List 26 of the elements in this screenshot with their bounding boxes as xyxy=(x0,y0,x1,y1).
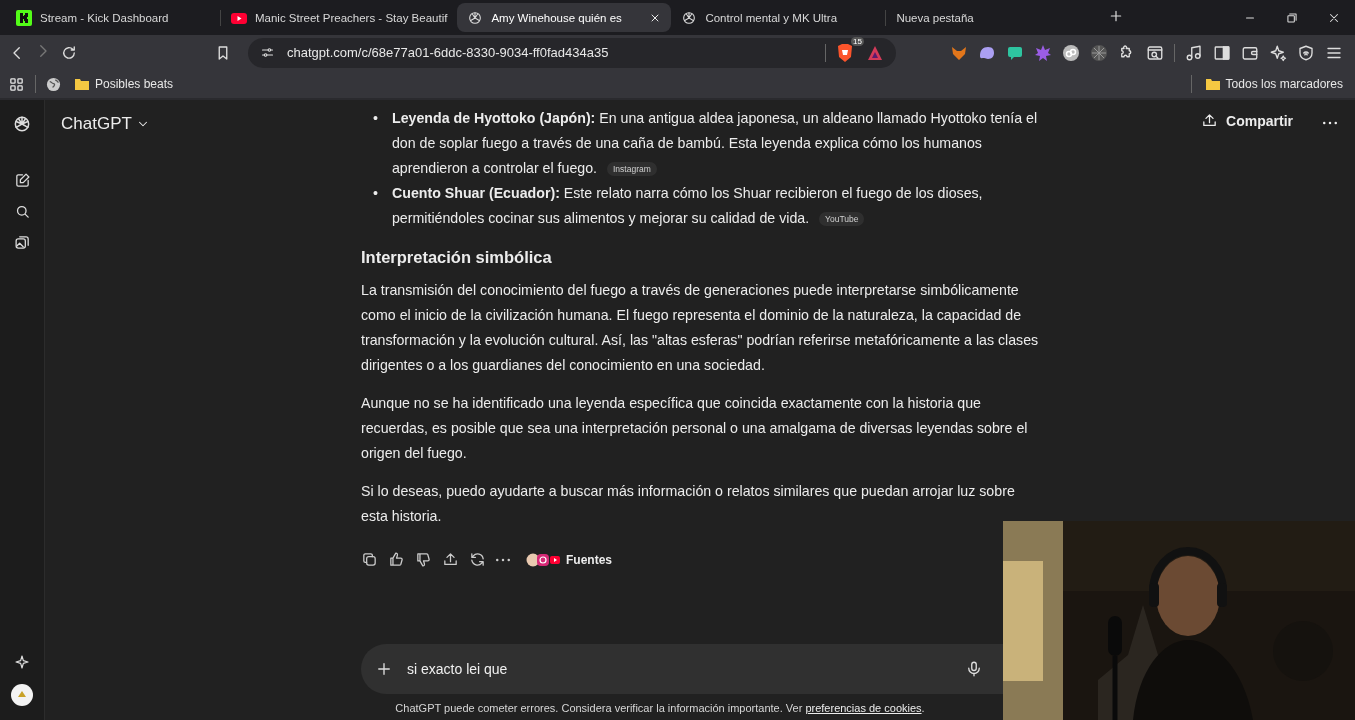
address-bar[interactable]: chatgpt.com/c/68e77a01-6ddc-8330-9034-ff0fad434a35 15 xyxy=(248,37,896,68)
paragraph: Aunque no se ha identificado una leyenda específica que coincida exactamente con la historia que recuerdas, es posible que sea una interpretación personal o una amalgama de diversas leyendas sobre el origen del fuego. xyxy=(361,394,1029,463)
paragraph: Si lo deseas, puedo ayudarte a buscar más información o relatos similares que puedan arrojar luz sobre esta historia. xyxy=(361,482,1016,526)
disclaimer-text: ChatGPT puede cometer errores. Considera verificar la información importante. Ver preferencias de cookies. xyxy=(395,702,925,714)
share-button[interactable]: Compartir xyxy=(1201,112,1293,129)
bullet-text: Cuento Shuar (Ecuador): Este relato narra cómo los Shuar recibieron el fuego de los dioses, permitiéndoles cocinar sus alimentos y mejorar su calidad de vida. YouTube xyxy=(391,184,984,229)
browser-tab[interactable]: Amy Winehouse quién es xyxy=(457,3,672,32)
bookmark-folder[interactable]: Todos los marcadores xyxy=(1201,75,1347,93)
browser-tab[interactable]: Control mental y MK Ultra xyxy=(671,3,886,32)
cookie-preferences-link[interactable]: preferencias de cookies xyxy=(805,702,922,714)
source-chip[interactable]: Instagram xyxy=(607,162,657,177)
sources-button[interactable]: Fuentes xyxy=(526,552,612,567)
block-count-badge: 15 xyxy=(851,36,864,46)
source-chip[interactable]: YouTube xyxy=(819,212,865,227)
section-heading: Interpretación simbólica xyxy=(361,247,553,268)
bullet-text: Leyenda de Hyottoko (Japón): En una antigua aldea japonesa, un aldeano llamado Hyottoko tenía el don de soplar fuego a través de una caña de bambú. Esta leyenda explica cómo los humanos aprendieron a controlar el fuego. Instagram xyxy=(391,109,1039,179)
browser-tab[interactable]: Nueva pestaña xyxy=(886,3,1101,32)
browser-tab[interactable]: Manic Street Preachers - Stay Beautif xyxy=(221,3,458,32)
address-field[interactable]: chatgpt.com/c/68e77a01-6ddc-8330-9034-ff0fad434a35 xyxy=(285,44,815,61)
message-field[interactable]: si exacto lei que xyxy=(407,661,951,677)
browser-tab[interactable]: Stream - Kick Dashboard xyxy=(6,3,220,32)
bullet-marker: • xyxy=(373,109,378,128)
model-selector[interactable]: ChatGPT xyxy=(61,114,150,134)
bookmark-folder[interactable]: Posibles beats xyxy=(71,75,178,93)
paragraph: La transmisión del conocimiento del fuego a través de generaciones puede interpretarse simbólicamente como el inicio de la civilización humana. El fuego representa el dominio de la naturaleza, la capacidad de transformación y la evolución cultural. Así, las "altas esferas" podrían referirse metafóricamente a las clases dirigentes o a los guardianes del conocimiento en una sociedad. xyxy=(361,281,1040,375)
bullet-marker: • xyxy=(373,184,378,203)
